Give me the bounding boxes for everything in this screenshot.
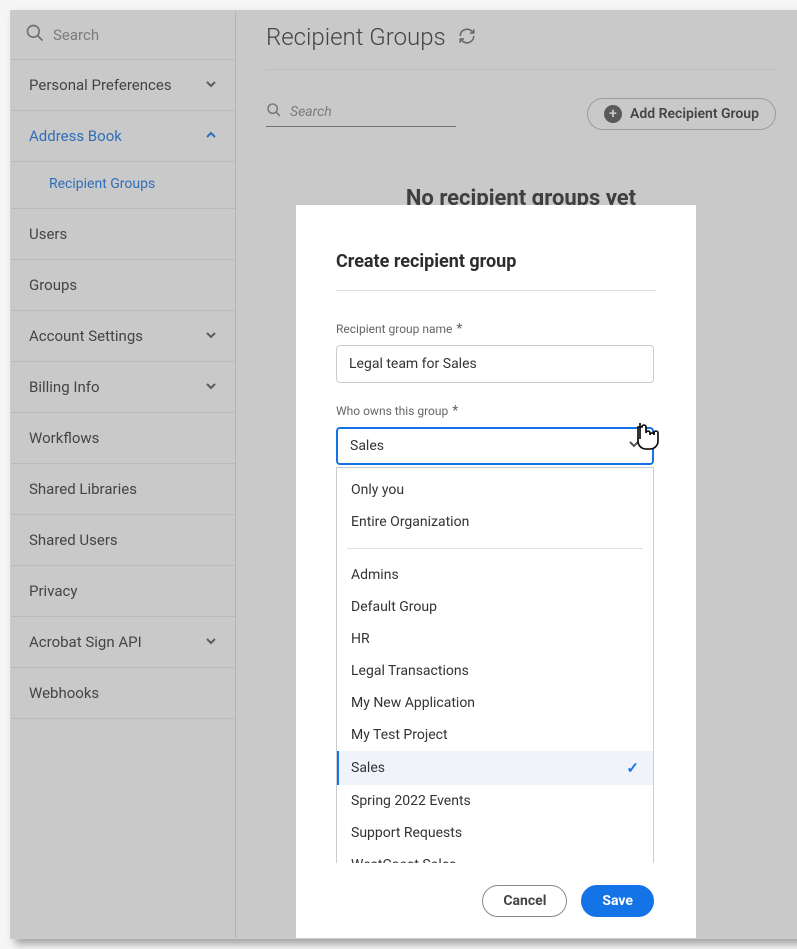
dropdown-option-sales[interactable]: Sales✓: [337, 751, 653, 785]
modal-actions: Cancel Save: [336, 885, 656, 917]
required-asterisk: *: [456, 321, 462, 337]
sidebar-item-shared-users[interactable]: Shared Users: [11, 515, 235, 566]
page-title: Recipient Groups: [266, 23, 446, 51]
chevron-down-icon: [205, 327, 217, 345]
dropdown-option-spring-2022-events[interactable]: Spring 2022 Events: [337, 785, 653, 817]
save-button[interactable]: Save: [581, 885, 654, 917]
chevron-up-icon: [205, 127, 217, 145]
dropdown-option-my-new-application[interactable]: My New Application: [337, 687, 653, 719]
app-frame: Search Personal Preferences Address Book…: [10, 10, 797, 939]
cancel-button[interactable]: Cancel: [482, 885, 567, 917]
page-header: Recipient Groups: [266, 11, 776, 70]
sidebar-item-webhooks[interactable]: Webhooks: [11, 668, 235, 719]
dropdown-option-hr[interactable]: HR: [337, 623, 653, 655]
dropdown-option-my-test-project[interactable]: My Test Project: [337, 719, 653, 751]
toolbar: Search + Add Recipient Group: [266, 70, 776, 138]
sidebar-item-groups[interactable]: Groups: [11, 260, 235, 311]
owner-field-label: Who owns this group*: [336, 403, 656, 419]
sidebar-item-address-book[interactable]: Address Book: [11, 111, 235, 162]
search-placeholder: Search: [290, 104, 332, 120]
owner-select[interactable]: Sales: [336, 427, 654, 465]
dropdown-option-default-group[interactable]: Default Group: [337, 591, 653, 623]
plus-icon: +: [604, 105, 622, 123]
create-recipient-group-modal: Create recipient group Recipient group n…: [296, 205, 696, 939]
name-field-label: Recipient group name*: [336, 321, 656, 337]
sidebar-item-account-settings[interactable]: Account Settings: [11, 311, 235, 362]
sidebar-item-acrobat-sign-api[interactable]: Acrobat Sign API: [11, 617, 235, 668]
chevron-down-icon: [205, 378, 217, 396]
dropdown-option-legal-transactions[interactable]: Legal Transactions: [337, 655, 653, 687]
dropdown-option-only-you[interactable]: Only you: [337, 474, 653, 506]
modal-title: Create recipient group: [336, 251, 656, 291]
dropdown-option-admins[interactable]: Admins: [337, 559, 653, 591]
recipient-group-name-input[interactable]: [336, 345, 654, 383]
sidebar: Search Personal Preferences Address Book…: [11, 11, 236, 938]
dropdown-option-westcoast-sales[interactable]: WestCoast Sales: [337, 849, 653, 863]
sidebar-item-workflows[interactable]: Workflows: [11, 413, 235, 464]
sidebar-item-privacy[interactable]: Privacy: [11, 566, 235, 617]
sidebar-item-shared-libraries[interactable]: Shared Libraries: [11, 464, 235, 515]
check-icon: ✓: [626, 759, 639, 777]
chevron-down-icon: [205, 633, 217, 651]
chevron-down-icon: [205, 76, 217, 94]
sidebar-subitem-recipient-groups[interactable]: Recipient Groups: [11, 162, 235, 209]
sidebar-item-personal-preferences[interactable]: Personal Preferences: [11, 60, 235, 111]
sidebar-search[interactable]: Search: [11, 11, 235, 60]
required-asterisk: *: [452, 403, 458, 419]
main-search[interactable]: Search: [266, 102, 456, 127]
owner-dropdown: Only you Entire Organization AdminsDefau…: [336, 467, 654, 863]
sidebar-item-users[interactable]: Users: [11, 209, 235, 260]
search-placeholder: Search: [53, 26, 99, 44]
chevron-down-icon: [628, 438, 640, 454]
dropdown-option-entire-organization[interactable]: Entire Organization: [337, 506, 653, 538]
dropdown-separator: [347, 548, 643, 549]
owner-select-value: Sales: [350, 438, 384, 454]
search-icon: [266, 102, 282, 122]
dropdown-option-support-requests[interactable]: Support Requests: [337, 817, 653, 849]
sidebar-item-billing-info[interactable]: Billing Info: [11, 362, 235, 413]
refresh-icon[interactable]: [458, 23, 476, 51]
add-recipient-group-button[interactable]: + Add Recipient Group: [587, 98, 776, 130]
search-icon: [25, 23, 45, 47]
